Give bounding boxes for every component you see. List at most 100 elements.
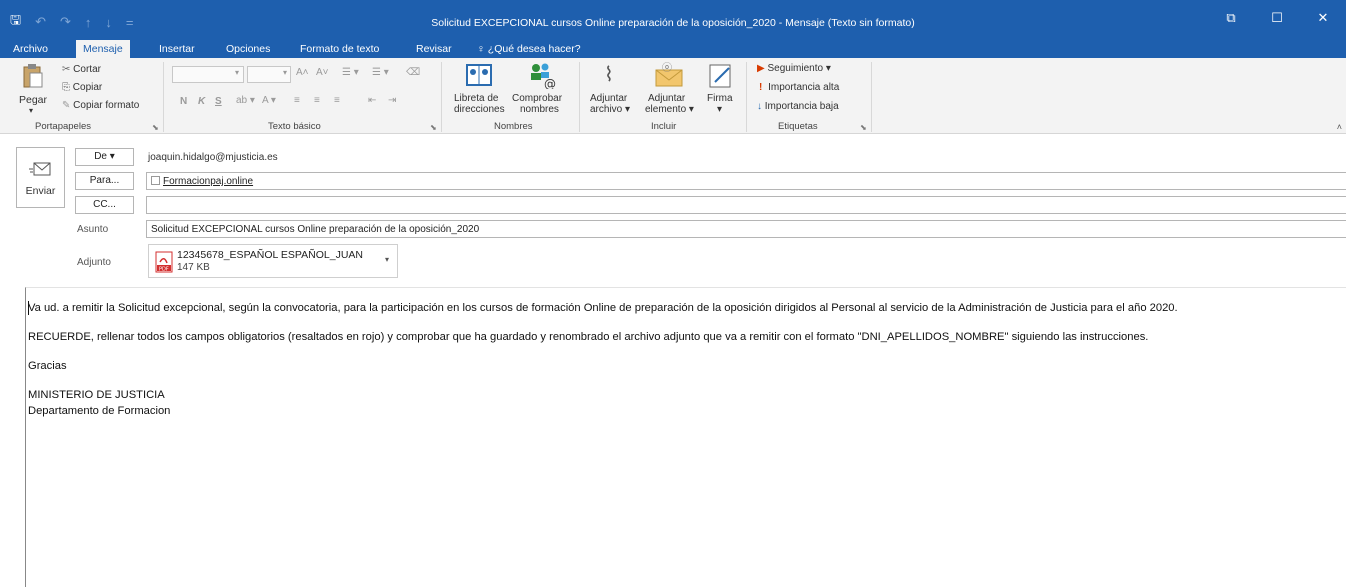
cut-button[interactable]: ✂ Cortar [62, 64, 101, 75]
ribbon: Pegar ▾ ✂ Cortar ⎘ Copiar ✎ Copiar forma… [0, 58, 1346, 134]
format-painter-button[interactable]: ✎ Copiar formato [62, 100, 139, 111]
from-value: joaquin.hidalgo@mjusticia.es [148, 152, 278, 163]
divider [746, 62, 747, 132]
attachment-item[interactable]: PDF 12345678_ESPAÑOL ESPAÑOL_JUAN 147 KB… [148, 244, 398, 278]
font-dropdown-icon[interactable]: ▾ [235, 68, 239, 77]
increase-indent-icon[interactable]: ⇥ [388, 95, 396, 106]
group-label-names: Nombres [494, 121, 533, 132]
check-names-button[interactable]: Comprobar nombres [512, 93, 562, 115]
title-bar: 🖫 ↶ ↷ ↑ ↓ = Solicitud EXCEPCIONAL cursos… [0, 0, 1346, 40]
high-importance-button[interactable]: ! Importancia alta [759, 82, 839, 93]
copy-button[interactable]: ⎘ Copiar [62, 82, 102, 93]
followup-button[interactable]: ▶ Seguimiento ▾ [757, 63, 831, 74]
tab-revisar[interactable]: Revisar [409, 42, 459, 58]
recipient-checkbox-icon [151, 176, 160, 185]
copy-icon: ⎘ [62, 82, 73, 93]
clear-formatting-icon[interactable]: ⌫ [406, 67, 420, 78]
numbering-icon[interactable]: ☰ ▾ [372, 67, 389, 78]
send-label: Enviar [25, 185, 56, 197]
align-right-icon[interactable]: ≡ [334, 95, 340, 106]
restore-button[interactable]: ☐ [1254, 10, 1300, 26]
tags-launcher-icon[interactable]: ⬊ [860, 123, 867, 132]
paste-dropdown-icon[interactable]: ▾ [29, 106, 33, 115]
check-names-icon: @ [531, 63, 556, 89]
subject-label: Asunto [77, 224, 109, 235]
signature-icon [709, 64, 731, 88]
ribbon-display-options-button[interactable]: ⧉ [1208, 10, 1254, 26]
tab-mensaje[interactable]: Mensaje [76, 40, 130, 58]
group-label-basic-text: Texto básico [268, 121, 321, 132]
window-controls: ⧉ ☐ ✕ [1208, 10, 1346, 26]
decrease-indent-icon[interactable]: ⇤ [368, 95, 376, 106]
body-paragraph: Gracias [28, 360, 67, 372]
send-icon [29, 162, 51, 176]
divider [441, 62, 442, 132]
scissors-icon: ✂ [62, 64, 74, 75]
body-paragraph: Va ud. a remitir la Solicitud excepciona… [28, 302, 1178, 314]
send-button[interactable]: Enviar [16, 147, 65, 208]
to-field[interactable]: Formacionpaj.online [146, 172, 1346, 190]
divider [163, 62, 164, 132]
lightbulb-icon: ♀ [477, 43, 488, 55]
bold-button[interactable]: N [180, 96, 187, 107]
align-center-icon[interactable]: ≡ [314, 95, 320, 106]
pdf-type-label: PDF [159, 267, 169, 273]
grow-font-icon[interactable]: A˄ [296, 67, 309, 78]
underline-button[interactable]: S [215, 96, 222, 107]
tab-archivo[interactable]: Archivo [6, 42, 55, 58]
flag-icon: ▶ [757, 63, 768, 74]
signature-button[interactable]: Firma ▾ [707, 93, 733, 115]
attach-file-button[interactable]: Adjuntar archivo ▾ [590, 93, 630, 115]
attachment-size: 147 KB [177, 262, 210, 273]
close-button[interactable]: ✕ [1300, 10, 1346, 26]
group-label-include: Incluir [651, 121, 677, 132]
align-left-icon[interactable]: ≡ [294, 95, 300, 106]
tab-formato-texto[interactable]: Formato de texto [293, 42, 386, 58]
bullets-icon[interactable]: ☰ ▾ [342, 67, 359, 78]
divider [579, 62, 580, 132]
body-signature-line: Departamento de Formacion [28, 405, 171, 417]
tell-me-search[interactable]: ♀ ¿Qué desea hacer? [470, 42, 588, 58]
shrink-font-icon[interactable]: A˅ [316, 67, 329, 78]
tab-insertar[interactable]: Insertar [152, 42, 202, 58]
low-importance-button[interactable]: ↓ Importancia baja [757, 101, 839, 112]
italic-button[interactable]: K [198, 96, 205, 107]
body-signature-line: MINISTERIO DE JUSTICIA [28, 389, 165, 401]
tab-opciones[interactable]: Opciones [219, 42, 277, 58]
highlight-icon[interactable]: ab ▾ [236, 95, 255, 106]
subject-field[interactable]: Solicitud EXCEPCIONAL cursos Online prep… [146, 220, 1346, 238]
paste-button[interactable]: Pegar [19, 94, 47, 106]
address-book-icon [466, 64, 492, 86]
collapse-ribbon-icon[interactable]: ˄ [1337, 122, 1342, 132]
svg-text:ⓞ: ⓞ [662, 62, 672, 74]
font-name-select[interactable] [172, 66, 244, 83]
to-recipient[interactable]: Formacionpaj.online [163, 176, 253, 187]
ribbon-tabs: Archivo Mensaje Insertar Opciones Format… [0, 40, 1346, 58]
svg-text:@: @ [544, 77, 556, 89]
font-color-icon[interactable]: A ▾ [262, 95, 276, 106]
pdf-icon: PDF [155, 251, 173, 273]
divider [871, 62, 872, 132]
cc-field[interactable] [146, 196, 1346, 214]
clipboard-launcher-icon[interactable]: ⬊ [152, 123, 159, 132]
arrow-down-icon: ↓ [757, 101, 765, 112]
body-paragraph: RECUERDE, rellenar todos los campos obli… [28, 331, 1149, 343]
cc-button[interactable]: CC... [75, 196, 134, 214]
window-title: Solicitud EXCEPCIONAL cursos Online prep… [431, 17, 915, 29]
address-book-button[interactable]: Libreta de direcciones [454, 93, 505, 115]
to-button[interactable]: Para... [75, 172, 134, 190]
attachment-name: 12345678_ESPAÑOL ESPAÑOL_JUAN [177, 249, 363, 261]
from-button[interactable]: De ▾ [75, 148, 134, 166]
paste-icon [23, 64, 43, 88]
paperclip-icon: ⌇ [604, 64, 614, 86]
brush-icon: ✎ [62, 100, 74, 111]
basic-text-launcher-icon[interactable]: ⬊ [430, 123, 437, 132]
message-text[interactable]: Va ud. a remitir la Solicitud excepciona… [28, 300, 1328, 419]
size-dropdown-icon[interactable]: ▾ [283, 68, 287, 77]
group-label-tags: Etiquetas [778, 121, 818, 132]
attachment-dropdown-icon[interactable]: ▾ [385, 255, 389, 264]
attach-item-button[interactable]: Adjuntar elemento ▾ [645, 93, 694, 115]
attachment-label: Adjunto [77, 257, 111, 268]
group-label-clipboard: Portapapeles [35, 121, 91, 132]
attach-item-icon: ⓞ [655, 62, 683, 87]
